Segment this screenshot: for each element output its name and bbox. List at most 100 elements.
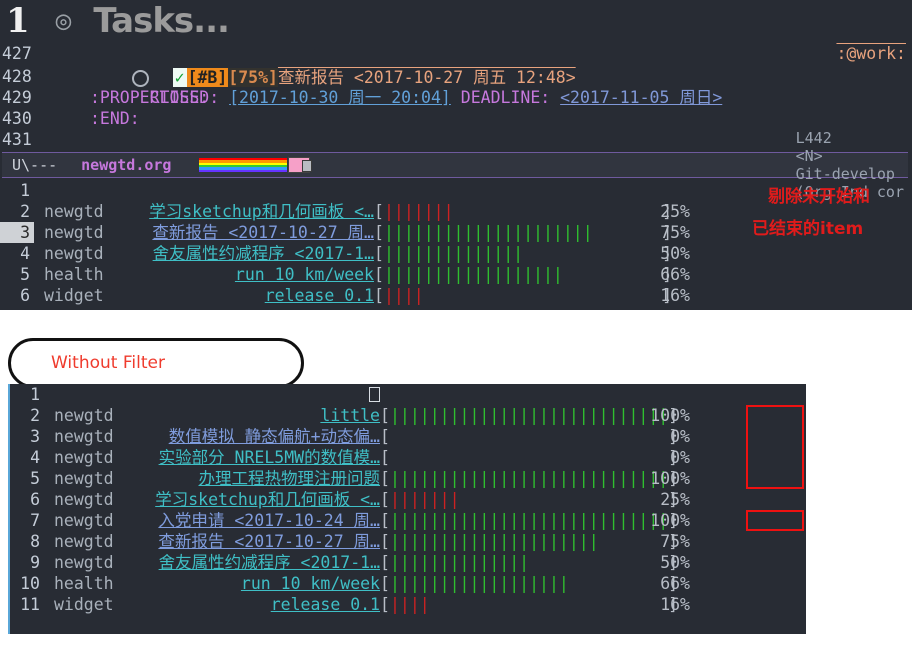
row-progress-percent: 100% <box>650 511 690 530</box>
row-progress-bar: [||||||||||||||||||||| ] <box>374 223 673 242</box>
row-task-title[interactable]: 办理工程热物理注册问题 <box>134 468 381 489</box>
row-task-title[interactable]: 实验部分 NREL5MW的数值模… <box>134 447 380 468</box>
deadline-keyword: DEADLINE: <box>460 88 551 107</box>
row-task-title[interactable]: 查新报告 <2017-10-27 周… <box>134 531 380 552</box>
row-line-number: 9 <box>30 553 40 572</box>
source-line: 428 CLOSED: [2017-10-30 周一 20:04] DEADLI… <box>0 66 912 107</box>
cat-icon <box>288 157 313 173</box>
row-progress-bar: [|||| ] <box>374 286 673 305</box>
row-task-title[interactable]: 查新报告 <2017-10-27 周… <box>124 222 374 243</box>
modeline-status: U\--- <box>12 156 58 174</box>
row-task-title[interactable]: 入党申请 <2017-10-24 周… <box>134 510 380 531</box>
row-line-number: 7 <box>30 511 40 530</box>
nyan-cat-progress[interactable] <box>199 157 313 173</box>
table-row[interactable]: 11 widget release 0.1 [|||| ] 16% <box>10 594 806 615</box>
row-task-title[interactable]: little <box>134 405 380 426</box>
row-progress-percent: 0% <box>670 448 690 467</box>
row-progress-percent: 66% <box>660 574 690 593</box>
row-category: newgtd <box>54 427 114 446</box>
table-row[interactable]: 6 widget release 0.1 [|||| ] 16% <box>0 285 912 306</box>
row-progress-bar: [||||||||||||||||||||| ] <box>380 532 679 551</box>
table-row[interactable]: 6 newgtd 学习sketchup和几何画板 <… [||||||| ] 25% <box>10 489 806 510</box>
row-progress-bar: [|||||||||||||| ] <box>380 553 679 572</box>
row-task-title[interactable]: run 10 km/week <box>124 264 374 285</box>
row-category: newgtd <box>44 244 104 263</box>
row-task-title[interactable]: run 10 km/week <box>134 573 380 594</box>
modeline-filename: newgtd.org <box>81 156 172 174</box>
row-progress-bar: [ ] <box>380 427 679 446</box>
table-row[interactable]: 1 <box>10 384 806 405</box>
row-line-number: 2 <box>20 202 30 221</box>
row-progress-bar: [ ] <box>380 448 679 467</box>
row-progress-percent: 50% <box>660 553 690 572</box>
row-progress-bar <box>380 384 630 405</box>
row-task-title[interactable]: release 0.1 <box>124 285 374 306</box>
row-line-number: 5 <box>20 265 30 284</box>
row-line-number: 3 <box>30 427 40 446</box>
row-task-title[interactable]: 舍友属性约减程序 <2017-1… <box>124 243 374 264</box>
percent-highlight-box <box>746 510 804 531</box>
row-progress-percent: 75% <box>660 223 690 242</box>
emacs-org-buffer: 1 ◎ Tasks... 427 ✓ [#B][75%]查新报告 <2017-10… <box>0 0 912 310</box>
properties-drawer-end: :END: <box>90 109 140 128</box>
table-row[interactable]: 7 newgtd 入党申请 <2017-10-24 周… [|||||||||||||… <box>10 510 806 531</box>
row-line-number: 11 <box>20 595 40 614</box>
row-line-number: 5 <box>30 469 40 488</box>
table-row[interactable]: 4 newgtd 舍友属性约减程序 <2017-1… [|||||||||||||| … <box>0 243 912 264</box>
table-row[interactable]: 3 newgtd 数值模拟 静态偏航+动态偏…[ ] 0% <box>10 426 806 447</box>
source-line-body: :PROPERTIES: <box>40 87 209 108</box>
block-cursor <box>369 387 380 402</box>
table-row[interactable]: 10 health run 10 km/week [|||||||||||||||||… <box>10 573 806 594</box>
annotation-line-1: 剔除未开始和 <box>768 187 870 207</box>
row-task-title[interactable]: 学习sketchup和几何画板 <… <box>124 201 374 222</box>
row-category: widget <box>54 595 114 614</box>
line-number: 428 <box>2 67 32 86</box>
row-category <box>44 384 134 405</box>
row-line-number: 2 <box>30 406 40 425</box>
row-line-number: 3 <box>0 222 34 243</box>
row-progress-bar: [||||||| ] <box>374 202 673 221</box>
row-line-number: 4 <box>30 448 40 467</box>
table-row[interactable]: 2 newgtd little [||||||||||||||||||||||||||… <box>10 405 806 426</box>
row-progress-percent: 100% <box>650 469 690 488</box>
row-progress-percent <box>630 384 690 405</box>
unfiltered-report-rows: 1 2 newgtd little [|||||||||||||||||||||||||… <box>10 384 806 615</box>
row-line-number: 6 <box>30 490 40 509</box>
row-task-title[interactable] <box>124 180 374 201</box>
row-category: newgtd <box>54 406 114 425</box>
table-row[interactable]: 5 newgtd 办理工程热物理注册问题 [|||||||||||||||||||||… <box>10 468 806 489</box>
row-category: newgtd <box>54 553 114 572</box>
annotation-line-2: 已结束的item <box>752 219 864 239</box>
row-progress-percent: 25% <box>660 490 690 509</box>
row-task-title[interactable]: release 0.1 <box>134 594 380 615</box>
source-line-body: :END: <box>40 108 140 129</box>
row-task-title[interactable]: 学习sketchup和几何画板 <… <box>134 489 380 510</box>
without-filter-callout: Without Filter <box>8 338 304 388</box>
properties-drawer-start: :PROPERTIES: <box>90 88 210 107</box>
row-category: newgtd <box>44 202 104 221</box>
table-row[interactable]: 5 health run 10 km/week [||||||||||||||||||… <box>0 264 912 285</box>
emacs-modeline: U\--- newgtd.org L442 <N> Git-develop (O… <box>2 129 908 201</box>
line-number: 429 <box>2 88 32 107</box>
row-line-number: 4 <box>20 244 30 263</box>
row-progress-bar: [||||||| ] <box>380 490 679 509</box>
table-row[interactable]: 8 newgtd 查新报告 <2017-10-27 周… [|||||||||||||… <box>10 531 806 552</box>
row-progress-percent <box>630 180 690 201</box>
row-progress-percent: 0% <box>670 427 690 446</box>
closed-timestamp[interactable]: [2017-10-30 周一 20:04] <box>229 88 451 107</box>
row-task-title[interactable]: 舍友属性约减程序 <2017-1… <box>134 552 380 573</box>
row-task-title[interactable] <box>134 384 380 405</box>
deadline-timestamp[interactable]: <2017-11-05 周日> <box>560 88 722 107</box>
row-progress-bar: [||||||||||||||||||||||||||||] <box>380 469 679 488</box>
org-bullet-icon: ◎ <box>55 6 72 36</box>
row-category: newgtd <box>54 490 114 509</box>
row-category: health <box>54 574 114 593</box>
row-progress-bar: [||||||||||||||||||||||||||||] <box>380 511 679 530</box>
row-task-title[interactable]: 数值模拟 静态偏航+动态偏… <box>134 426 380 447</box>
row-category: health <box>44 265 104 284</box>
table-row[interactable]: 9 newgtd 舍友属性约减程序 <2017-1… [|||||||||||||| … <box>10 552 806 573</box>
org-tag: :@work: <box>836 44 906 63</box>
line-number: 431 <box>2 130 32 149</box>
unfiltered-column-view: 1 2 newgtd little [|||||||||||||||||||||||||… <box>8 384 806 634</box>
table-row[interactable]: 4 newgtd 实验部分 NREL5MW的数值模…[ ] 0% <box>10 447 806 468</box>
